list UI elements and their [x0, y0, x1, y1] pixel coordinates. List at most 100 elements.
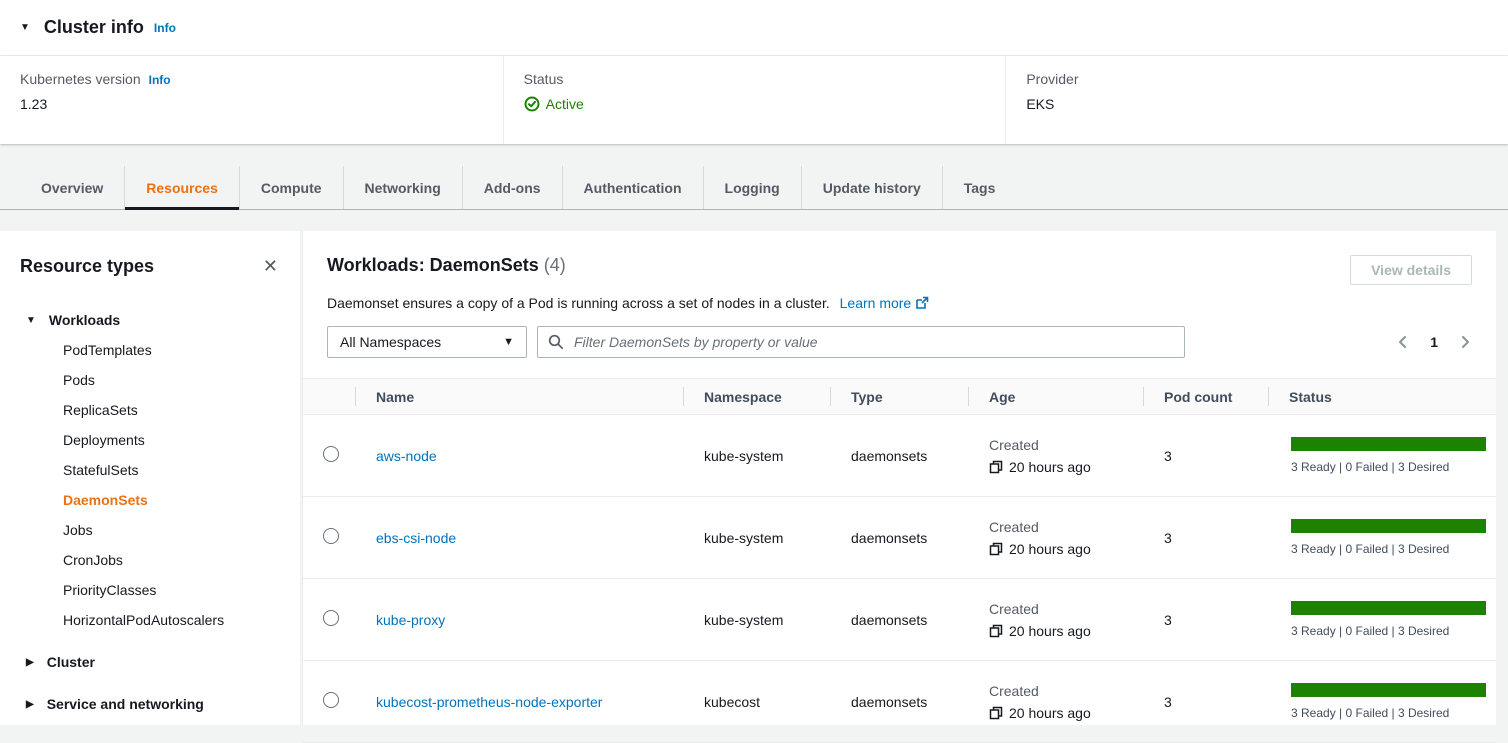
filter-row: All Namespaces ▼ 1 — [303, 326, 1496, 358]
sidebar-item-jobs[interactable]: Jobs — [20, 515, 280, 545]
tab-logging[interactable]: Logging — [703, 166, 801, 209]
type-cell: daemonsets — [831, 530, 969, 546]
status-cell: 3 Ready | 0 Failed | 3 Desired — [1269, 437, 1497, 474]
tab-tags[interactable]: Tags — [942, 166, 1017, 209]
tab-add-ons[interactable]: Add-ons — [462, 166, 562, 209]
pagination: 1 — [1396, 334, 1472, 350]
view-details-button[interactable]: View details — [1350, 255, 1472, 285]
type-cell: daemonsets — [831, 694, 969, 710]
daemonsets-table: Name Namespace Type Age Pod count Status… — [303, 378, 1496, 743]
sidebar-item-daemonsets[interactable]: DaemonSets — [20, 485, 280, 515]
caret-down-icon: ▼ — [26, 315, 36, 326]
tree-group-cluster[interactable]: ▶ Cluster — [20, 647, 280, 677]
tab-resources[interactable]: Resources — [124, 166, 239, 209]
column-header-pod-count: Pod count — [1144, 379, 1269, 414]
close-icon[interactable]: ✕ — [261, 255, 280, 277]
field-label: Kubernetes versionInfo — [20, 71, 483, 87]
status-bar — [1291, 437, 1486, 451]
column-header-status: Status — [1269, 379, 1497, 414]
age-cell: Created 20 hours ago — [969, 683, 1144, 721]
sidebar-item-horizontalpodautoscalers[interactable]: HorizontalPodAutoscalers — [20, 605, 280, 635]
status-cell: 3 Ready | 0 Failed | 3 Desired — [1269, 601, 1497, 638]
status-text: 3 Ready | 0 Failed | 3 Desired — [1291, 542, 1497, 556]
field-label: Provider — [1026, 71, 1488, 87]
namespace-select[interactable]: All Namespaces ▼ — [327, 326, 527, 358]
row-radio-button[interactable] — [323, 692, 339, 708]
version-info-link[interactable]: Info — [149, 73, 171, 87]
daemonset-name-link[interactable]: aws-node — [376, 448, 437, 464]
daemonset-name-link[interactable]: kube-proxy — [376, 612, 445, 628]
content-area: Resource types ✕ ▼ Workloads PodTemplate… — [0, 231, 1508, 725]
cluster-tabs: Overview Resources Compute Networking Ad… — [0, 166, 1508, 210]
panel-description: Daemonset ensures a copy of a Pod is run… — [303, 295, 1496, 311]
tab-overview[interactable]: Overview — [20, 166, 124, 209]
column-header-age: Age — [969, 379, 1144, 414]
daemonset-name-link[interactable]: kubecost-prometheus-node-exporter — [376, 694, 602, 710]
provider-value: EKS — [1026, 96, 1488, 112]
namespace-cell: kube-system — [684, 530, 831, 546]
table-row: kube-proxy kube-system daemonsets Create… — [303, 579, 1496, 661]
next-page-icon[interactable] — [1458, 334, 1472, 350]
row-radio-button[interactable] — [323, 446, 339, 462]
age-value: 20 hours ago — [1009, 459, 1091, 475]
namespace-cell: kube-system — [684, 448, 831, 464]
tab-authentication[interactable]: Authentication — [562, 166, 703, 209]
pod-count-cell: 3 — [1144, 612, 1269, 628]
sidebar-item-replicasets[interactable]: ReplicaSets — [20, 395, 280, 425]
copy-icon[interactable] — [989, 624, 1003, 638]
table-row: aws-node kube-system daemonsets Created … — [303, 415, 1496, 497]
column-header-namespace: Namespace — [684, 379, 831, 414]
sidebar-item-statefulsets[interactable]: StatefulSets — [20, 455, 280, 485]
page-number[interactable]: 1 — [1430, 334, 1438, 350]
age-cell: Created 20 hours ago — [969, 601, 1144, 639]
field-label: Status — [524, 71, 986, 87]
tree-group-workloads[interactable]: ▼ Workloads — [20, 305, 280, 335]
copy-icon[interactable] — [989, 542, 1003, 556]
daemonsets-panel: Workloads: DaemonSets(4) View details Da… — [302, 231, 1496, 725]
type-cell: daemonsets — [831, 612, 969, 628]
column-header-type: Type — [831, 379, 969, 414]
daemonset-name-link[interactable]: ebs-csi-node — [376, 530, 456, 546]
collapse-caret-icon[interactable]: ▼ — [20, 22, 30, 33]
status-bar — [1291, 601, 1486, 615]
summary-provider: Provider EKS — [1005, 56, 1508, 144]
previous-page-icon[interactable] — [1396, 334, 1410, 350]
status-text: 3 Ready | 0 Failed | 3 Desired — [1291, 624, 1497, 638]
tab-update-history[interactable]: Update history — [801, 166, 942, 209]
learn-more-link[interactable]: Learn more — [840, 295, 930, 311]
search-icon — [548, 334, 564, 350]
status-text: Active — [546, 96, 584, 112]
status-bar — [1291, 519, 1486, 533]
copy-icon[interactable] — [989, 460, 1003, 474]
pod-count-cell: 3 — [1144, 448, 1269, 464]
age-cell: Created 20 hours ago — [969, 437, 1144, 475]
sidebar-item-deployments[interactable]: Deployments — [20, 425, 280, 455]
search-input[interactable] — [572, 333, 1174, 351]
row-radio-button[interactable] — [323, 528, 339, 544]
summary-status: Status Active — [503, 56, 1006, 144]
status-cell: 3 Ready | 0 Failed | 3 Desired — [1269, 683, 1497, 720]
status-badge: Active — [524, 96, 986, 112]
sidebar-item-podtemplates[interactable]: PodTemplates — [20, 335, 280, 365]
row-radio-button[interactable] — [323, 610, 339, 626]
caret-right-icon: ▶ — [26, 699, 34, 710]
sidebar-item-priorityclasses[interactable]: PriorityClasses — [20, 575, 280, 605]
cluster-info-link[interactable]: Info — [154, 21, 176, 35]
item-count: (4) — [544, 255, 566, 275]
kubernetes-version-value: 1.23 — [20, 96, 483, 112]
sidebar-item-cronjobs[interactable]: CronJobs — [20, 545, 280, 575]
table-row: ebs-csi-node kube-system daemonsets Crea… — [303, 497, 1496, 579]
tab-networking[interactable]: Networking — [343, 166, 462, 209]
search-box[interactable] — [537, 326, 1185, 358]
age-value: 20 hours ago — [1009, 623, 1091, 639]
table-header: Name Namespace Type Age Pod count Status — [303, 378, 1496, 415]
tab-compute[interactable]: Compute — [239, 166, 343, 209]
column-header-name: Name — [356, 379, 684, 414]
tree-group-service-networking[interactable]: ▶ Service and networking — [20, 689, 280, 719]
check-circle-icon — [524, 96, 540, 112]
cluster-summary: Kubernetes versionInfo 1.23 Status Activ… — [0, 56, 1508, 144]
copy-icon[interactable] — [989, 706, 1003, 720]
status-cell: 3 Ready | 0 Failed | 3 Desired — [1269, 519, 1497, 556]
sidebar-item-pods[interactable]: Pods — [20, 365, 280, 395]
caret-right-icon: ▶ — [26, 657, 34, 668]
